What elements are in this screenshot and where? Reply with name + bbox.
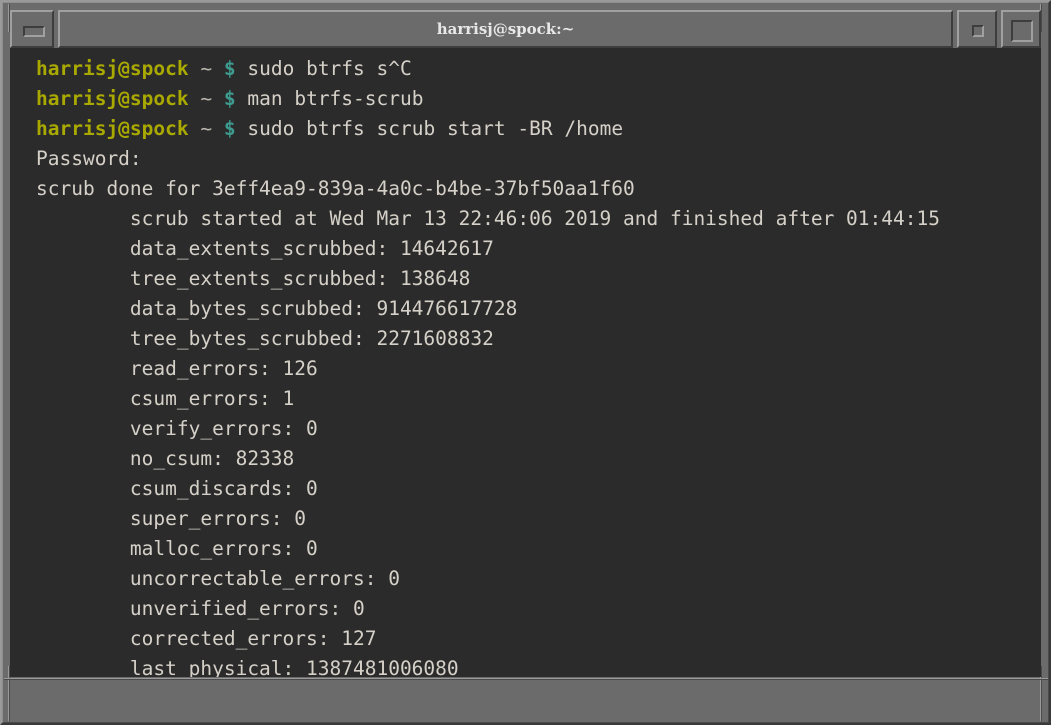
prompt-space	[236, 57, 248, 80]
terminal-window: harrisj@spock:~ harrisj@spock ~ $ sudo b…	[0, 0, 1051, 725]
maximize-icon	[1011, 20, 1033, 42]
prompt-space	[189, 87, 201, 110]
terminal-command-text: sudo btrfs s^C	[247, 57, 411, 80]
terminal-output-line: malloc_errors: 0	[10, 534, 1041, 564]
terminal-command-text: man btrfs-scrub	[247, 87, 423, 110]
terminal-output-line: Password:	[10, 144, 1041, 174]
prompt-space	[236, 117, 248, 140]
prompt-user-host: harrisj@spock	[36, 117, 189, 140]
terminal-output-line: super_errors: 0	[10, 504, 1041, 534]
window-title: harrisj@spock:~	[437, 20, 575, 38]
terminal-output-line: corrected_errors: 127	[10, 624, 1041, 654]
shade-icon	[972, 25, 984, 37]
terminal-output-line: scrub done for 3eff4ea9-839a-4a0c-b4be-3…	[10, 174, 1041, 204]
terminal-output-text: last_physical: 1387481006080	[36, 657, 459, 677]
terminal-output-text: scrub started at Wed Mar 13 22:46:06 201…	[36, 207, 940, 230]
prompt-user-host: harrisj@spock	[36, 87, 189, 110]
terminal-output-line: tree_extents_scrubbed: 138648	[10, 264, 1041, 294]
terminal-output-line: uncorrectable_errors: 0	[10, 564, 1041, 594]
terminal-output-text: malloc_errors: 0	[36, 537, 318, 560]
prompt-cwd: ~	[200, 57, 212, 80]
terminal-output-line: tree_bytes_scrubbed: 2271608832	[10, 324, 1041, 354]
prompt-symbol: $	[224, 87, 236, 110]
prompt-space	[212, 117, 224, 140]
prompt-space	[212, 57, 224, 80]
terminal-output-text: verify_errors: 0	[36, 417, 318, 440]
prompt-cwd: ~	[200, 117, 212, 140]
prompt-symbol: $	[224, 57, 236, 80]
terminal-output-text: data_extents_scrubbed: 14642617	[36, 237, 494, 260]
terminal-output-line: scrub started at Wed Mar 13 22:46:06 201…	[10, 204, 1041, 234]
terminal-output-line: verify_errors: 0	[10, 414, 1041, 444]
terminal-output-text: corrected_errors: 127	[36, 627, 376, 650]
terminal-prompt-line: harrisj@spock ~ $ sudo btrfs scrub start…	[10, 114, 1041, 144]
terminal-output-text: Password:	[36, 147, 142, 170]
minimize-button[interactable]	[10, 10, 54, 48]
terminal-output-text: no_csum: 82338	[36, 447, 294, 470]
prompt-user-host: harrisj@spock	[36, 57, 189, 80]
resize-handle-bottom-right[interactable]	[992, 678, 1048, 680]
terminal-output-line: data_bytes_scrubbed: 914476617728	[10, 294, 1041, 324]
prompt-symbol: $	[224, 117, 236, 140]
terminal-output-text: tree_bytes_scrubbed: 2271608832	[36, 327, 494, 350]
prompt-space	[236, 87, 248, 110]
prompt-cwd: ~	[200, 87, 212, 110]
terminal-output-line: data_extents_scrubbed: 14642617	[10, 234, 1041, 264]
shade-button[interactable]	[957, 10, 997, 48]
terminal-prompt-line: harrisj@spock ~ $ sudo btrfs s^C	[10, 54, 1041, 84]
terminal-output-text: csum_discards: 0	[36, 477, 318, 500]
resize-handle-bottom-left[interactable]	[4, 678, 60, 680]
terminal-output-text: uncorrectable_errors: 0	[36, 567, 400, 590]
minimize-icon	[23, 26, 45, 37]
prompt-space	[189, 117, 201, 140]
terminal-output-line: unverified_errors: 0	[10, 594, 1041, 624]
resize-handle-bottom-center[interactable]	[60, 678, 992, 680]
terminal-output-text: tree_extents_scrubbed: 138648	[36, 267, 470, 290]
terminal-screen[interactable]: harrisj@spock ~ $ sudo btrfs s^Charrisj@…	[10, 48, 1041, 677]
terminal-output-text: scrub done for 3eff4ea9-839a-4a0c-b4be-3…	[36, 177, 635, 200]
terminal-output-line: csum_errors: 1	[10, 384, 1041, 414]
terminal-prompt-line: harrisj@spock ~ $ man btrfs-scrub	[10, 84, 1041, 114]
terminal-output-line: read_errors: 126	[10, 354, 1041, 384]
maximize-button[interactable]	[1001, 10, 1041, 48]
terminal-output-text: unverified_errors: 0	[36, 597, 365, 620]
terminal-output-line: no_csum: 82338	[10, 444, 1041, 474]
prompt-space	[212, 87, 224, 110]
terminal-output: harrisj@spock ~ $ sudo btrfs s^Charrisj@…	[10, 48, 1041, 677]
titlebar[interactable]: harrisj@spock:~	[10, 10, 1041, 48]
terminal-output-line: csum_discards: 0	[10, 474, 1041, 504]
terminal-output-line: last_physical: 1387481006080	[10, 654, 1041, 677]
terminal-output-text: csum_errors: 1	[36, 387, 294, 410]
terminal-output-text: data_bytes_scrubbed: 914476617728	[36, 297, 517, 320]
terminal-output-text: read_errors: 126	[36, 357, 318, 380]
terminal-command-text: sudo btrfs scrub start -BR /home	[247, 117, 623, 140]
titlebar-drag-area[interactable]: harrisj@spock:~	[58, 10, 953, 48]
prompt-space	[189, 57, 201, 80]
terminal-output-text: super_errors: 0	[36, 507, 306, 530]
